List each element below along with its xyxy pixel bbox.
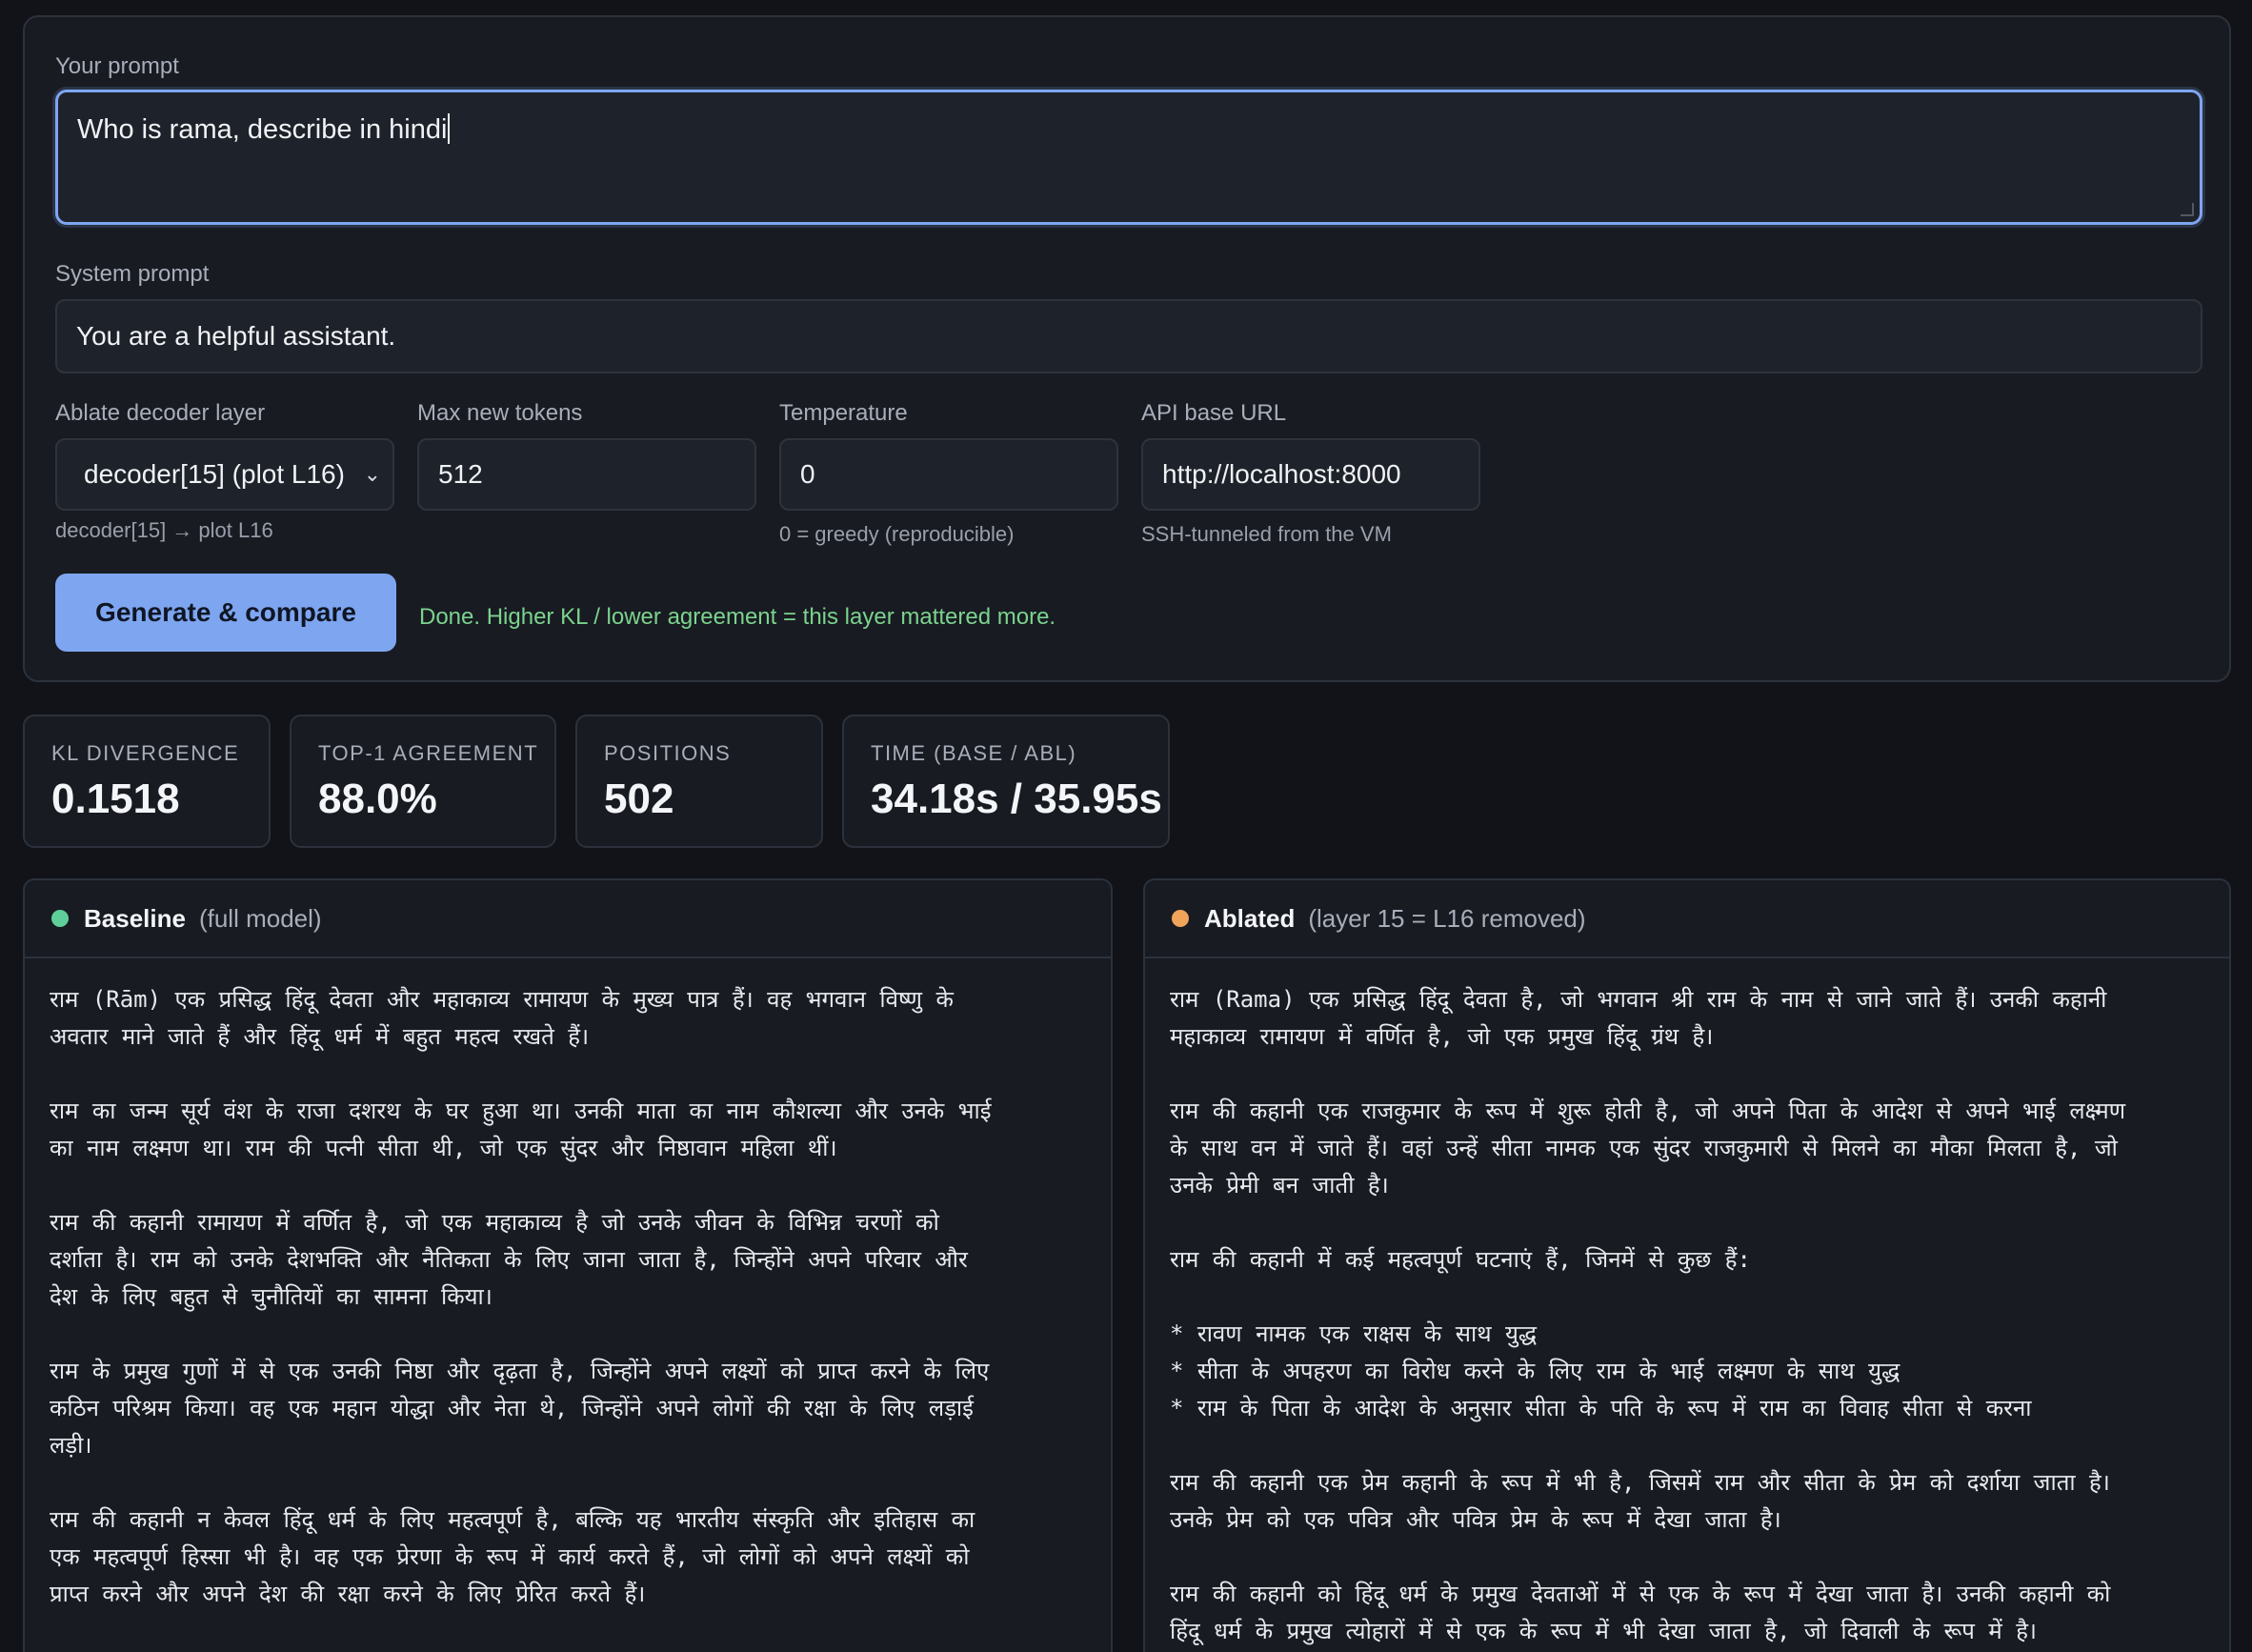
system-prompt-input[interactable]: You are a helpful assistant. bbox=[55, 299, 2202, 373]
system-prompt-value: You are a helpful assistant. bbox=[76, 321, 396, 351]
stat-kl-divergence: KL DIVERGENCE 0.1518 bbox=[23, 715, 271, 848]
baseline-subtitle: (full model) bbox=[198, 903, 322, 933]
generate-compare-button[interactable]: Generate & compare bbox=[55, 574, 396, 652]
api-url-help: SSH-tunneled from the VM bbox=[1141, 522, 1392, 546]
api-url-value: http://localhost:8000 bbox=[1162, 459, 1401, 489]
ablated-title: Ablated bbox=[1204, 903, 1296, 933]
temperature-value: 0 bbox=[800, 459, 815, 489]
baseline-status-dot bbox=[51, 910, 69, 927]
api-url-input[interactable]: http://localhost:8000 bbox=[1141, 438, 1480, 511]
stat-label: POSITIONS bbox=[604, 741, 732, 765]
temperature-input[interactable]: 0 bbox=[779, 438, 1118, 511]
settings-panel: Your prompt Who is rama, describe in hin… bbox=[23, 15, 2231, 682]
stat-positions: POSITIONS 502 bbox=[575, 715, 823, 848]
max-tokens-input[interactable]: 512 bbox=[417, 438, 756, 511]
baseline-header: Baseline (full model) bbox=[25, 880, 1111, 958]
ablate-layer-select[interactable]: decoder[15] (plot L16) ⌄ bbox=[55, 438, 394, 511]
ablate-layer-label: Ablate decoder layer bbox=[55, 400, 266, 426]
prompt-textarea[interactable]: Who is rama, describe in hindi bbox=[55, 90, 2202, 225]
baseline-output-panel: Baseline (full model) राम (Rām) एक प्रसि… bbox=[23, 878, 1113, 1652]
temperature-label: Temperature bbox=[779, 400, 908, 426]
stat-top1-agreement: TOP-1 AGREEMENT 88.0% bbox=[290, 715, 556, 848]
ablated-output-panel: Ablated (layer 15 = L16 removed) राम (Ra… bbox=[1143, 878, 2231, 1652]
stat-value: 0.1518 bbox=[51, 776, 180, 822]
ablated-header: Ablated (layer 15 = L16 removed) bbox=[1145, 880, 2229, 958]
stat-value: 34.18s / 35.95s bbox=[871, 776, 1162, 822]
resize-grip-icon[interactable] bbox=[2181, 203, 2194, 216]
stat-label: KL DIVERGENCE bbox=[51, 741, 240, 765]
stat-value: 502 bbox=[604, 776, 674, 822]
stat-label: TIME (BASE / ABL) bbox=[871, 741, 1077, 765]
api-url-label: API base URL bbox=[1141, 400, 1287, 426]
ablated-output-text: राम (Rama) एक प्रसिद्ध हिंदू देवता है, ज… bbox=[1170, 986, 2126, 1644]
stat-label: TOP-1 AGREEMENT bbox=[318, 741, 539, 765]
max-tokens-label: Max new tokens bbox=[417, 400, 583, 426]
baseline-output-text: राम (Rām) एक प्रसिद्ध हिंदू देवता और महा… bbox=[50, 986, 992, 1607]
chevron-down-icon: ⌄ bbox=[363, 462, 381, 486]
ablate-layer-value: decoder[15] (plot L16) bbox=[84, 459, 345, 489]
prompt-label: Your prompt bbox=[55, 53, 179, 79]
stat-time: TIME (BASE / ABL) 34.18s / 35.95s bbox=[842, 715, 1170, 848]
temperature-help: 0 = greedy (reproducible) bbox=[779, 522, 1015, 546]
ablate-layer-help: decoder[15] → plot L16 bbox=[55, 518, 273, 542]
baseline-title: Baseline bbox=[84, 903, 186, 933]
prompt-text: Who is rama, describe in hindi bbox=[77, 114, 448, 145]
ablated-status-dot bbox=[1172, 910, 1189, 927]
text-caret bbox=[448, 113, 451, 144]
max-tokens-value: 512 bbox=[438, 459, 483, 489]
ablated-subtitle: (layer 15 = L16 removed) bbox=[1308, 903, 1586, 933]
system-prompt-label: System prompt bbox=[55, 261, 210, 287]
stat-value: 88.0% bbox=[318, 776, 437, 822]
status-message: Done. Higher KL / lower agreement = this… bbox=[419, 604, 1056, 630]
